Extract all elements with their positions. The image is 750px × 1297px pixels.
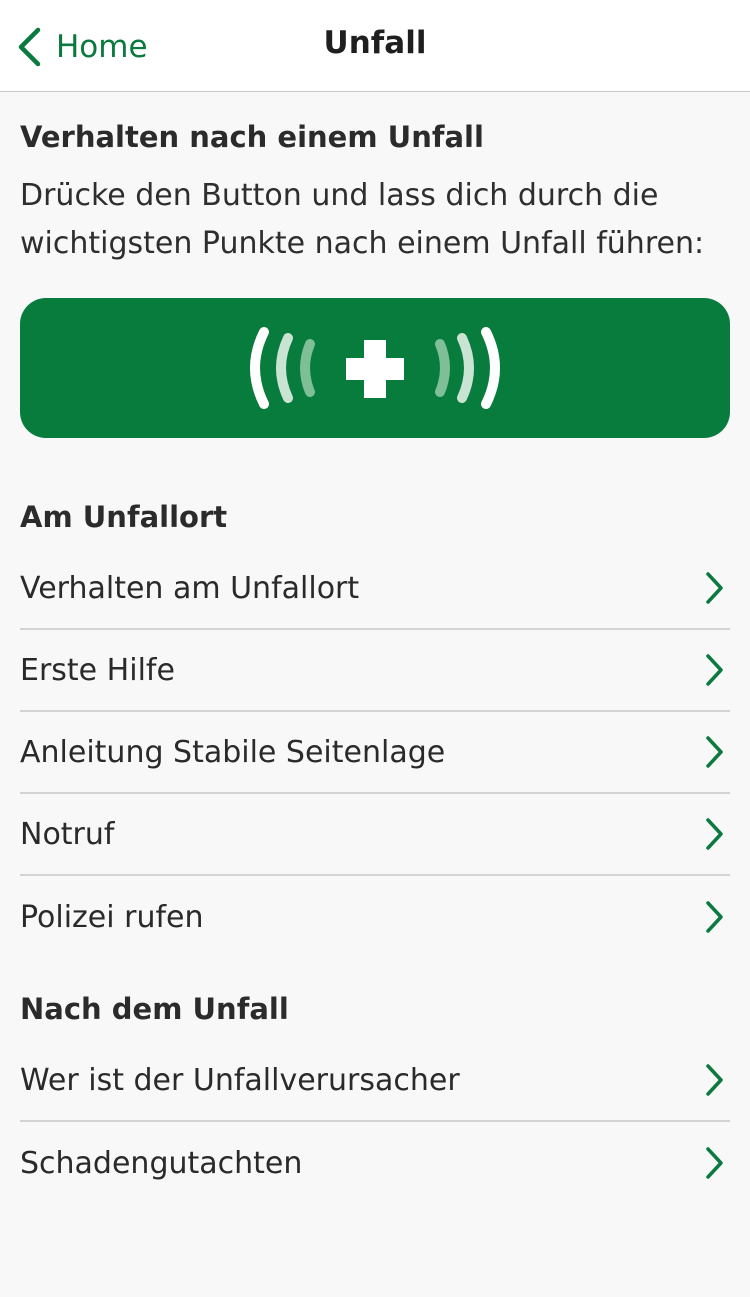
emergency-guide-button[interactable] xyxy=(20,298,730,438)
chevron-right-icon xyxy=(706,736,723,768)
chevron-right-icon xyxy=(706,572,723,604)
list-item-label: Wer ist der Unfallverursacher xyxy=(20,1062,460,1098)
list-item-label: Erste Hilfe xyxy=(20,652,175,688)
chevron-right-icon xyxy=(706,901,723,933)
list-item-label: Schadengutachten xyxy=(20,1145,303,1181)
section-heading-am-unfallort: Am Unfallort xyxy=(20,500,228,534)
chevron-right-icon xyxy=(706,654,723,686)
list-item-erste-hilfe[interactable]: Erste Hilfe xyxy=(20,630,730,712)
navigation-bar: Home Unfall xyxy=(0,0,750,92)
list-am-unfallort: Verhalten am Unfallort Erste Hilfe Anlei… xyxy=(20,548,730,958)
intro-heading: Verhalten nach einem Unfall xyxy=(20,120,484,154)
main-content: Verhalten nach einem Unfall Drücke den B… xyxy=(0,120,750,1204)
page-title: Unfall xyxy=(323,25,427,61)
list-nach-dem-unfall: Wer ist der Unfallverursacher Schadengut… xyxy=(20,1040,730,1204)
list-item-notruf[interactable]: Notruf xyxy=(20,794,730,876)
chevron-right-icon xyxy=(706,1147,723,1179)
list-item-label: Polizei rufen xyxy=(20,899,204,935)
list-item-label: Anleitung Stabile Seitenlage xyxy=(20,734,446,770)
list-item-verhalten-am-unfallort[interactable]: Verhalten am Unfallort xyxy=(20,548,730,630)
list-item-polizei-rufen[interactable]: Polizei rufen xyxy=(20,876,730,958)
intro-text: Drücke den Button und lass dich durch di… xyxy=(20,178,705,261)
chevron-right-icon xyxy=(706,1064,723,1096)
emergency-cross-signal-icon xyxy=(250,327,500,409)
list-item-label: Verhalten am Unfallort xyxy=(20,570,360,606)
list-item-label: Notruf xyxy=(20,816,115,852)
list-item-unfallverursacher[interactable]: Wer ist der Unfallverursacher xyxy=(20,1040,730,1122)
section-heading-nach-dem-unfall: Nach dem Unfall xyxy=(20,992,289,1026)
list-item-schadengutachten[interactable]: Schadengutachten xyxy=(20,1122,730,1204)
chevron-right-icon xyxy=(706,818,723,850)
list-item-stabile-seitenlage[interactable]: Anleitung Stabile Seitenlage xyxy=(20,712,730,794)
